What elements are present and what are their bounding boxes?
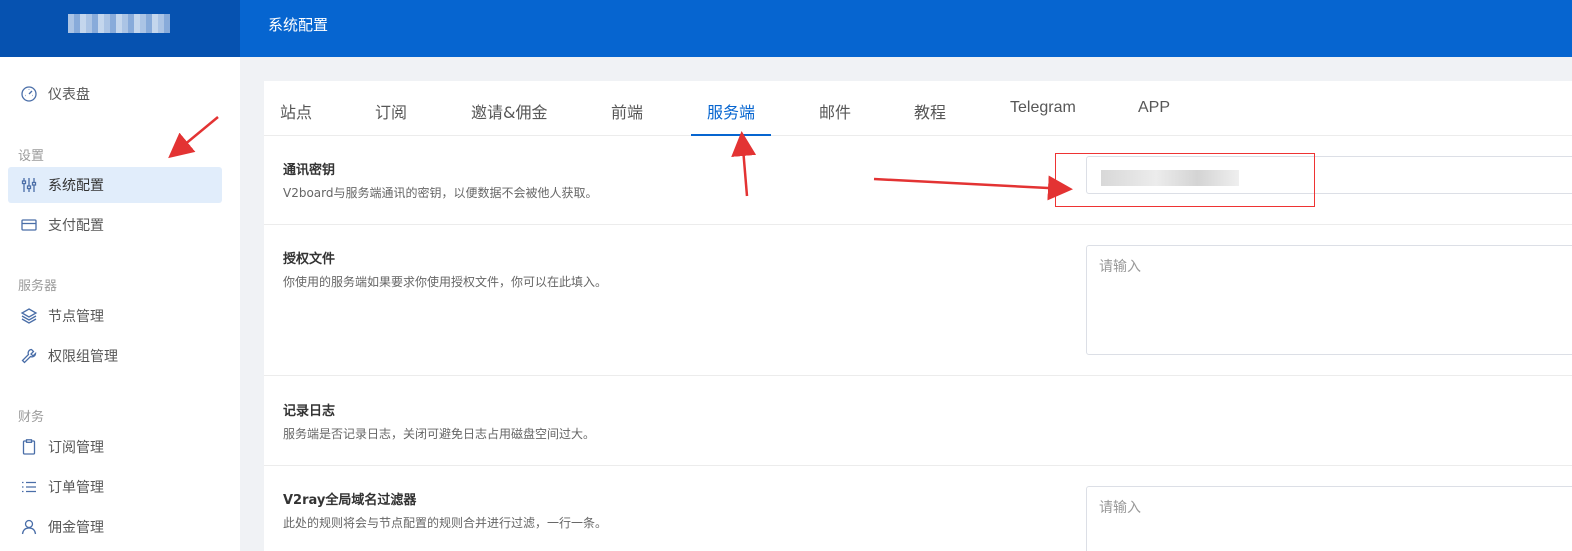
sidebar-group-finance: 财务 bbox=[18, 410, 45, 425]
sidebar-item-label: 佣金管理 bbox=[48, 520, 104, 536]
tab-invite-commission[interactable]: 邀请&佣金 bbox=[471, 99, 547, 136]
tab-subscribe[interactable]: 订阅 bbox=[375, 99, 407, 136]
setting-row-log: 记录日志 服务端是否记录日志，关闭可避免日志占用磁盘空间过大。 bbox=[264, 376, 1572, 466]
sidebar-group-settings: 设置 bbox=[18, 149, 45, 164]
sidebar-item-dashboard[interactable]: 仪表盘 bbox=[8, 76, 222, 112]
tab-server[interactable]: 服务端 bbox=[691, 99, 771, 136]
redacted-key-value bbox=[1101, 170, 1239, 186]
settings-card: 站点 订阅 邀请&佣金 前端 服务端 邮件 教程 Telegram APP 通讯… bbox=[264, 81, 1572, 551]
sidebar-item-label: 订阅管理 bbox=[48, 440, 104, 456]
tab-frontend[interactable]: 前端 bbox=[611, 99, 643, 136]
setting-title: 记录日志 bbox=[283, 404, 336, 419]
sidebar-item-payment-config[interactable]: 支付配置 bbox=[8, 207, 222, 243]
tab-app[interactable]: APP bbox=[1138, 99, 1170, 136]
setting-title: 通讯密钥 bbox=[283, 163, 336, 178]
sidebar-item-label: 节点管理 bbox=[48, 309, 104, 325]
top-header: 系统配置 bbox=[240, 0, 1572, 57]
sidebar-item-label: 权限组管理 bbox=[48, 349, 118, 365]
sidebar-item-node-manage[interactable]: 节点管理 bbox=[8, 298, 222, 334]
v2ray-filter-textarea[interactable]: 请输入 bbox=[1086, 486, 1572, 551]
sidebar-item-label: 仪表盘 bbox=[48, 87, 90, 103]
sidebar-item-subscription-manage[interactable]: 订阅管理 bbox=[8, 429, 222, 465]
sidebar-item-label: 订单管理 bbox=[48, 480, 104, 496]
tab-telegram[interactable]: Telegram bbox=[1010, 99, 1076, 136]
user-icon bbox=[20, 518, 38, 536]
sidebar-item-system-config[interactable]: 系统配置 bbox=[8, 167, 222, 203]
list-icon bbox=[20, 478, 38, 496]
wrench-icon bbox=[20, 347, 38, 365]
logo-redacted bbox=[68, 14, 170, 33]
logo-area[interactable] bbox=[0, 0, 240, 57]
sidebar-group-server: 服务器 bbox=[18, 279, 58, 294]
sidebar-item-permission-group[interactable]: 权限组管理 bbox=[8, 338, 222, 374]
tab-site[interactable]: 站点 bbox=[280, 99, 312, 136]
setting-row-v2ray-filter: V2ray全局域名过滤器 此处的规则将会与节点配置的规则合并进行过滤，一行一条。… bbox=[264, 466, 1572, 551]
gauge-icon bbox=[20, 85, 38, 103]
credit-card-icon bbox=[20, 216, 38, 234]
setting-description: 此处的规则将会与节点配置的规则合并进行过滤，一行一条。 bbox=[283, 516, 608, 530]
tab-email[interactable]: 邮件 bbox=[819, 99, 851, 136]
setting-title: V2ray全局域名过滤器 bbox=[283, 493, 417, 508]
setting-row-auth-file: 授权文件 你使用的服务端如果要求你使用授权文件，你可以在此填入。 请输入 bbox=[264, 225, 1572, 376]
setting-description: 你使用的服务端如果要求你使用授权文件，你可以在此填入。 bbox=[283, 275, 608, 289]
sidebar-item-label: 系统配置 bbox=[48, 178, 104, 194]
tab-tutorial[interactable]: 教程 bbox=[914, 99, 946, 136]
sliders-icon bbox=[20, 176, 38, 194]
sidebar-item-commission-manage[interactable]: 佣金管理 bbox=[8, 509, 222, 545]
sidebar-item-label: 支付配置 bbox=[48, 218, 104, 234]
sidebar-item-order-manage[interactable]: 订单管理 bbox=[8, 469, 222, 505]
setting-description: V2board与服务端通讯的密钥，以便数据不会被他人获取。 bbox=[283, 186, 598, 200]
clipboard-icon bbox=[20, 438, 38, 456]
comm-key-input[interactable] bbox=[1086, 156, 1572, 194]
setting-row-comm-key: 通讯密钥 V2board与服务端通讯的密钥，以便数据不会被他人获取。 bbox=[264, 136, 1572, 225]
tab-bar: 站点 订阅 邀请&佣金 前端 服务端 邮件 教程 Telegram APP bbox=[264, 81, 1572, 136]
auth-file-textarea[interactable]: 请输入 bbox=[1086, 245, 1572, 355]
layers-icon bbox=[20, 307, 38, 325]
setting-title: 授权文件 bbox=[283, 252, 336, 267]
page-title: 系统配置 bbox=[268, 16, 329, 34]
setting-description: 服务端是否记录日志，关闭可避免日志占用磁盘空间过大。 bbox=[283, 427, 596, 441]
sidebar: 仪表盘 设置 系统配置 支付配置 服务器 节点管理 权限组管理 财务 订阅管理 bbox=[0, 57, 240, 551]
